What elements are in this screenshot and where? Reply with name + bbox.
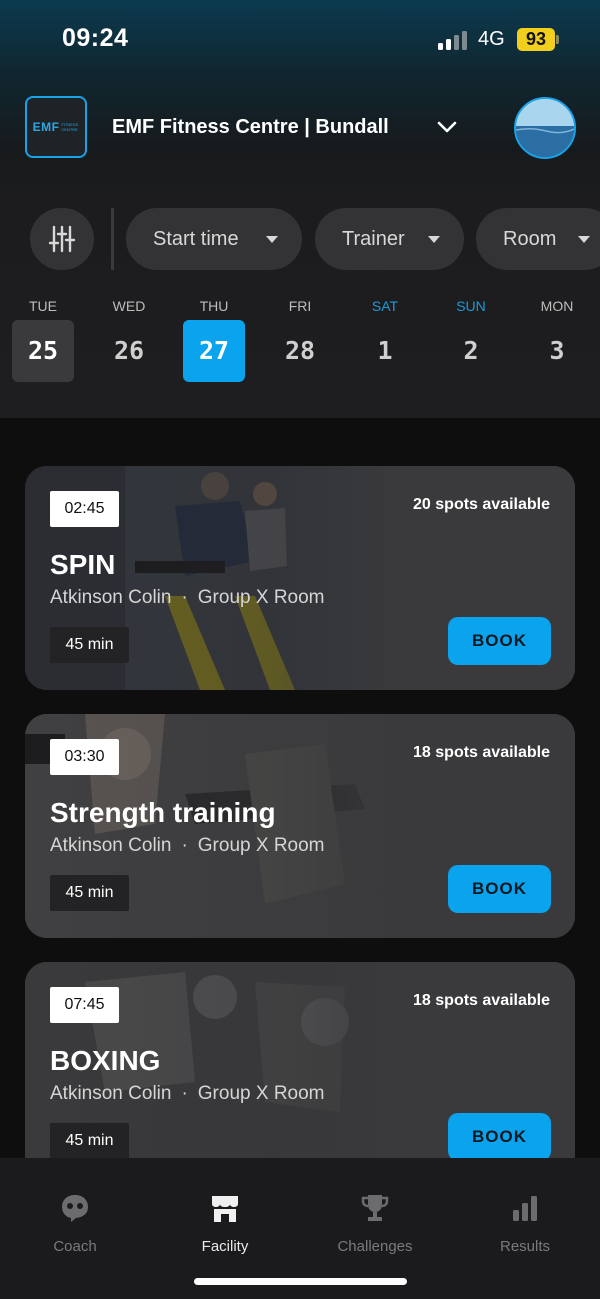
day-fri[interactable]: FRI 28 <box>269 296 331 382</box>
day-label: SAT <box>371 298 399 314</box>
class-meta: Atkinson Colin · Group X Room <box>50 1083 325 1104</box>
filter-start-time-label: Start time <box>153 228 239 250</box>
tab-coach[interactable]: Coach <box>0 1174 150 1264</box>
chevron-down-icon[interactable] <box>436 116 458 138</box>
class-card[interactable]: 03:30 18 spots available Strength traini… <box>25 714 575 938</box>
caret-down-icon <box>578 236 590 243</box>
home-indicator[interactable] <box>194 1278 407 1285</box>
spots-available: 18 spots available <box>413 744 550 761</box>
filter-settings-button[interactable] <box>30 208 94 270</box>
class-room: Group X Room <box>197 587 325 608</box>
status-time: 09:24 <box>62 24 129 52</box>
class-duration: 45 min <box>50 875 129 911</box>
caret-down-icon <box>266 236 278 243</box>
sliders-icon <box>48 225 76 253</box>
gym-logo: EMF FITNESS CENTRE <box>25 96 87 158</box>
day-label: SUN <box>456 298 486 314</box>
filter-trainer-label: Trainer <box>342 228 405 250</box>
day-number: 1 <box>377 336 393 365</box>
tab-label: Coach <box>53 1238 97 1255</box>
day-label: WED <box>112 298 146 314</box>
tab-facility[interactable]: Facility <box>150 1174 300 1264</box>
caret-down-icon <box>428 236 440 243</box>
day-wed[interactable]: WED 26 <box>98 296 160 382</box>
status-bar: 09:24 4G 93 <box>0 0 600 80</box>
day-thu[interactable]: THU 27 <box>183 296 245 382</box>
day-number: 26 <box>113 336 145 365</box>
spots-available: 20 spots available <box>413 496 550 513</box>
gym-logo-text: EMF <box>32 120 60 134</box>
avatar-photo <box>516 99 574 157</box>
day-number: 25 <box>12 320 74 382</box>
class-trainer: Atkinson Colin <box>50 587 172 608</box>
class-name: BOXING <box>50 1045 161 1076</box>
gym-selector-title[interactable]: EMF Fitness Centre | Bundall <box>112 116 389 139</box>
class-meta: Atkinson Colin · Group X Room <box>50 835 325 856</box>
day-mon[interactable]: MON 3 <box>526 296 588 382</box>
battery-icon: 93 <box>517 28 555 51</box>
day-sun[interactable]: SUN 2 <box>440 296 502 382</box>
class-room: Group X Room <box>197 1083 325 1104</box>
signal-icon <box>438 30 470 50</box>
day-number: 3 <box>549 336 565 365</box>
day-number: 28 <box>284 336 316 365</box>
day-label: FRI <box>288 298 312 314</box>
class-time: 07:45 <box>50 987 119 1023</box>
day-label: MON <box>540 298 574 314</box>
class-duration: 45 min <box>50 1123 129 1159</box>
class-meta: Atkinson Colin · Group X Room <box>50 587 325 608</box>
book-button[interactable]: BOOK <box>448 1113 551 1161</box>
tab-challenges[interactable]: Challenges <box>300 1174 450 1264</box>
battery-tip <box>556 35 559 44</box>
filter-trainer[interactable]: Trainer <box>315 208 464 270</box>
bar-chart-icon <box>513 1196 537 1221</box>
tab-label: Facility <box>201 1238 249 1255</box>
tab-results[interactable]: Results <box>450 1174 600 1264</box>
gym-logo-sub: FITNESS CENTRE <box>61 122 79 132</box>
trophy-icon <box>361 1195 389 1221</box>
class-duration: 45 min <box>50 627 129 663</box>
facility-icon <box>212 1196 238 1222</box>
day-number: 27 <box>183 320 245 382</box>
filter-start-time[interactable]: Start time <box>126 208 302 270</box>
class-time: 02:45 <box>50 491 119 527</box>
class-room: Group X Room <box>197 835 325 856</box>
day-tue[interactable]: TUE 25 <box>12 296 74 382</box>
book-button[interactable]: BOOK <box>448 617 551 665</box>
avatar[interactable] <box>514 97 576 159</box>
gym-header: EMF FITNESS CENTRE EMF Fitness Centre | … <box>0 96 600 160</box>
day-sat[interactable]: SAT 1 <box>354 296 416 382</box>
coach-icon <box>62 1195 88 1222</box>
filter-bar: Start time Trainer Room <box>0 208 600 270</box>
book-button[interactable]: BOOK <box>448 865 551 913</box>
class-trainer: Atkinson Colin <box>50 1083 172 1104</box>
class-trainer: Atkinson Colin <box>50 835 172 856</box>
class-name: SPIN <box>50 549 116 580</box>
class-card[interactable]: 07:45 18 spots available BOXING Atkinson… <box>25 962 575 1186</box>
day-number: 2 <box>463 336 479 365</box>
day-label: THU <box>199 298 229 314</box>
screen: 09:24 4G 93 EMF FITNESS CENTRE EMF Fitne… <box>0 0 600 1299</box>
tab-label: Challenges <box>337 1238 413 1255</box>
class-time: 03:30 <box>50 739 119 775</box>
filter-room[interactable]: Room <box>476 208 600 270</box>
filter-room-label: Room <box>503 228 557 250</box>
network-type: 4G <box>478 28 505 50</box>
day-label: TUE <box>29 298 57 314</box>
day-picker: TUE 25 WED 26 THU 27 FRI 28 SAT 1 SUN 2 … <box>0 296 600 386</box>
tab-label: Results <box>499 1238 551 1255</box>
class-card[interactable]: 02:45 20 spots available SPIN Atkinson C… <box>25 466 575 690</box>
class-name: Strength training <box>50 797 276 828</box>
filter-divider <box>111 208 114 270</box>
spots-available: 18 spots available <box>413 992 550 1009</box>
